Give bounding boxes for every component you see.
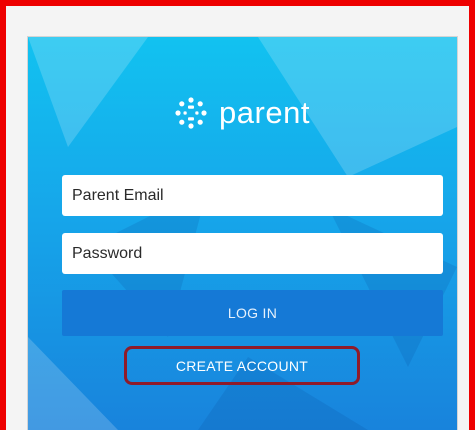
- parent-email-field[interactable]: [62, 175, 443, 216]
- app-logo: parent: [28, 95, 457, 131]
- canvas-dots-icon: [175, 97, 207, 129]
- password-field[interactable]: [62, 233, 443, 274]
- create-account-label: CREATE ACCOUNT: [175, 357, 309, 374]
- log-in-button[interactable]: LOG IN: [62, 290, 443, 336]
- app-screen: parent LOG IN CREATE ACCOUNT: [28, 37, 457, 430]
- create-account-button[interactable]: CREATE ACCOUNT: [124, 346, 360, 385]
- app-name: parent: [219, 95, 310, 130]
- log-in-label: LOG IN: [227, 305, 278, 321]
